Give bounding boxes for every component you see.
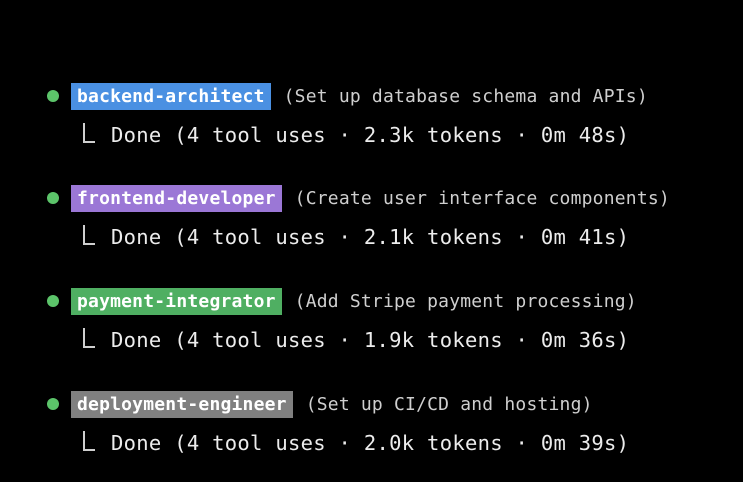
agent-result: Done (4 tool uses · 2.0k tokens · 0m 39s… xyxy=(83,428,629,458)
agent-result: Done (4 tool uses · 1.9k tokens · 0m 36s… xyxy=(83,325,629,355)
agent-header: frontend-developer (Create user interfac… xyxy=(0,183,670,213)
agent-result-text: Done (4 tool uses · 2.0k tokens · 0m 39s… xyxy=(111,431,630,455)
agent-header: payment-integrator (Add Stripe payment p… xyxy=(0,286,637,316)
status-dot-icon xyxy=(47,90,59,102)
agent-result-text: Done (4 tool uses · 1.9k tokens · 0m 36s… xyxy=(111,328,630,352)
status-dot-icon xyxy=(47,192,59,204)
agent-entry-backend-architect: backend-architect (Set up database schem… xyxy=(0,81,743,171)
agent-task-description: (Set up CI/CD and hosting) xyxy=(305,393,593,415)
agent-result-text: Done (4 tool uses · 2.1k tokens · 0m 41s… xyxy=(111,225,630,249)
agent-result-text: Done (4 tool uses · 2.3k tokens · 0m 48s… xyxy=(111,123,630,147)
agent-entry-deployment-engineer: deployment-engineer (Set up CI/CD and ho… xyxy=(0,389,743,479)
agent-name-tag: deployment-engineer xyxy=(71,390,293,418)
agent-name-tag: backend-architect xyxy=(71,82,271,110)
terminal-output: backend-architect (Set up database schem… xyxy=(0,0,743,482)
tree-branch-icon xyxy=(83,431,95,451)
status-dot-icon xyxy=(47,398,59,410)
agent-task-description: (Create user interface components) xyxy=(294,187,670,209)
agent-header: deployment-engineer (Set up CI/CD and ho… xyxy=(0,389,593,419)
tree-branch-icon xyxy=(83,225,95,245)
agent-task-description: (Set up database schema and APIs) xyxy=(283,85,648,107)
tree-branch-icon xyxy=(83,123,95,143)
agent-task-description: (Add Stripe payment processing) xyxy=(294,290,637,312)
status-dot-icon xyxy=(47,295,59,307)
agent-name-tag: payment-integrator xyxy=(71,287,282,315)
tree-branch-icon xyxy=(83,328,95,348)
agent-name-tag: frontend-developer xyxy=(71,184,282,212)
agent-result: Done (4 tool uses · 2.1k tokens · 0m 41s… xyxy=(83,222,629,252)
agent-result: Done (4 tool uses · 2.3k tokens · 0m 48s… xyxy=(83,120,629,150)
agent-header: backend-architect (Set up database schem… xyxy=(0,81,648,111)
agent-entry-payment-integrator: payment-integrator (Add Stripe payment p… xyxy=(0,286,743,376)
agent-entry-frontend-developer: frontend-developer (Create user interfac… xyxy=(0,183,743,273)
